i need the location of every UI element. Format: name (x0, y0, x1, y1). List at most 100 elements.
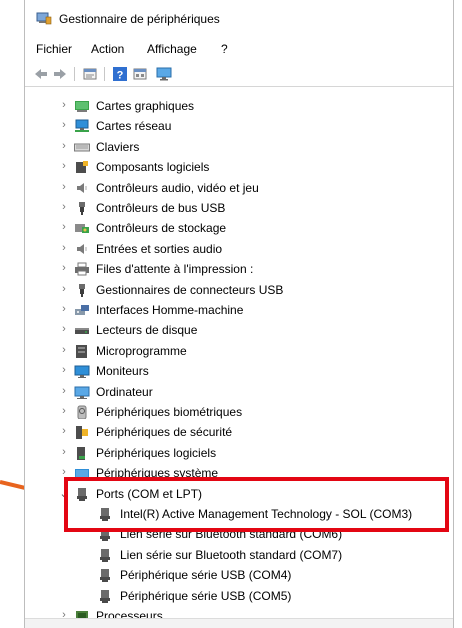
menu-bar: Fichier Action Affichage ? (25, 39, 453, 59)
chevron-right-icon[interactable]: › (59, 405, 69, 417)
properties-icon[interactable] (82, 66, 98, 82)
tree-item-claviers[interactable]: › Claviers (25, 137, 453, 157)
chevron-right-icon[interactable]: › (59, 242, 69, 254)
tree-item-microprogramme[interactable]: › Microprogramme (25, 341, 453, 361)
view-icon[interactable] (132, 66, 148, 82)
tree-item-peripheriques-de-securite[interactable]: › Périphériques de sécurité (25, 422, 453, 442)
back-arrow-icon[interactable] (33, 66, 49, 82)
svg-text:?: ? (117, 70, 124, 82)
network-adapter-icon (74, 119, 90, 133)
forward-arrow-icon[interactable] (52, 66, 68, 82)
fingerprint-icon (74, 405, 90, 420)
tree-item-label: Interfaces Homme-machine (96, 303, 244, 317)
menu-affichage[interactable]: Affichage (147, 42, 197, 56)
computer-icon (74, 385, 90, 399)
tree-item-controleurs-audio-video-et-jeu[interactable]: › Contrôleurs audio, vidéo et jeu (25, 178, 453, 198)
tree-item-composants-logiciels[interactable]: › Composants logiciels (25, 157, 453, 177)
chevron-right-icon[interactable]: › (59, 425, 69, 437)
chevron-right-icon[interactable]: › (59, 99, 69, 111)
tree-item-files-d-attente-a-l-impression[interactable]: › Files d'attente à l'impression : (25, 259, 453, 279)
chevron-right-icon[interactable]: › (59, 181, 69, 193)
tree-item-label: Gestionnaires de connecteurs USB (96, 282, 284, 297)
toolbar-separator (74, 67, 75, 81)
tree-item-ordinateur[interactable]: › Ordinateur (25, 382, 453, 402)
highlight-box (64, 477, 449, 532)
chevron-right-icon[interactable]: › (59, 119, 69, 131)
chevron-right-icon[interactable]: › (59, 303, 69, 315)
tree-item-label: Lecteurs de disque (96, 323, 198, 338)
tree-item-label: Périphériques logiciels (96, 445, 217, 460)
display-adapter-icon (74, 99, 90, 113)
hid-icon (74, 303, 90, 317)
tree-item-label: Files d'attente à l'impression : (96, 262, 254, 277)
speaker-icon (74, 242, 90, 256)
security-device-icon (74, 425, 90, 440)
disk-drive-icon (74, 323, 90, 337)
software-device-icon (74, 446, 90, 460)
tree-item-cartes-graphiques[interactable]: › Cartes graphiques (25, 96, 453, 116)
keyboard-icon (74, 140, 90, 154)
tree-item-label: Entrées et sorties audio (96, 241, 223, 256)
status-strip (25, 618, 453, 628)
monitor-scan-icon[interactable] (156, 66, 172, 82)
tree-item-label: Périphériques de sécurité (96, 425, 233, 440)
chevron-right-icon[interactable]: › (59, 160, 69, 172)
firmware-icon (74, 344, 90, 358)
tree-item-entrees-et-sorties-audio[interactable]: › Entrées et sorties audio (25, 239, 453, 259)
tree-item-port-child[interactable]: Lien série sur Bluetooth standard (COM7) (25, 545, 453, 565)
tree-item-label: Périphériques biométriques (96, 405, 243, 419)
tree-item-interfaces-homme-machine[interactable]: › Interfaces Homme-machine (25, 300, 453, 320)
chevron-right-icon[interactable]: › (59, 140, 69, 152)
menu-fichier[interactable]: Fichier (36, 42, 72, 56)
tree-item-label: Contrôleurs de bus USB (96, 201, 226, 215)
chevron-right-icon[interactable]: › (59, 201, 69, 213)
tree-item-lecteurs-de-disque[interactable]: › Lecteurs de disque (25, 320, 453, 340)
tree-item-label: Claviers (96, 139, 140, 154)
port-icon (97, 568, 113, 583)
storage-controller-icon (74, 221, 90, 235)
monitor-icon (74, 364, 90, 379)
speaker-icon (74, 181, 90, 195)
device-manager-icon (36, 12, 52, 25)
tree-item-label: Cartes réseau (96, 119, 172, 134)
chevron-right-icon[interactable]: › (59, 221, 69, 233)
usb-icon (74, 283, 90, 297)
tree-item-label: Lien série sur Bluetooth standard (COM7) (120, 547, 343, 562)
port-icon (97, 548, 113, 562)
tree-item-controleurs-de-bus-usb[interactable]: › Contrôleurs de bus USB (25, 198, 453, 218)
chevron-right-icon[interactable]: › (59, 323, 69, 335)
tree-item-label: Contrôleurs de stockage (96, 221, 227, 236)
tree-item-controleurs-de-stockage[interactable]: › Contrôleurs de stockage (25, 218, 453, 238)
tree-item-peripheriques-logiciels[interactable]: › Périphériques logiciels (25, 443, 453, 463)
tree-item-label: Ordinateur (96, 384, 153, 399)
tree-item-label: Périphérique série USB (COM4) (120, 568, 292, 583)
chevron-right-icon[interactable]: › (59, 364, 69, 376)
usb-icon (74, 201, 90, 215)
device-manager-window: Gestionnaire de périphériques Fichier Ac… (24, 0, 454, 628)
tree-item-label: Moniteurs (96, 364, 149, 379)
tree-item-cartes-reseau[interactable]: › Cartes réseau (25, 116, 453, 136)
help-icon[interactable]: ? (112, 66, 128, 82)
chevron-right-icon[interactable]: › (59, 344, 69, 356)
port-icon (97, 589, 113, 603)
toolbar: ? (25, 62, 453, 87)
tree-item-gestionnaires-de-connecteurs-usb[interactable]: › Gestionnaires de connecteurs USB (25, 280, 453, 300)
title-bar: Gestionnaire de périphériques (25, 0, 453, 34)
tree-item-moniteurs[interactable]: › Moniteurs (25, 361, 453, 381)
chevron-right-icon[interactable]: › (59, 385, 69, 397)
device-tree: › Cartes graphiques › Cartes réseau › Clavier… (25, 96, 453, 628)
chevron-right-icon[interactable]: › (59, 446, 69, 458)
menu-action[interactable]: Action (91, 42, 124, 56)
tree-item-label: Composants logiciels (96, 160, 210, 175)
tree-item-peripheriques-biometriques[interactable]: › Périphériques biométriques (25, 402, 453, 422)
printer-icon (74, 262, 90, 276)
tree-item-label: Microprogramme (96, 343, 187, 358)
window-title: Gestionnaire de périphériques (59, 12, 220, 26)
chevron-right-icon[interactable]: › (59, 262, 69, 274)
menu-help[interactable]: ? (221, 42, 228, 56)
chevron-right-icon[interactable]: › (59, 283, 69, 295)
tree-item-port-child[interactable]: Périphérique série USB (COM4) (25, 565, 453, 585)
tree-item-label: Contrôleurs audio, vidéo et jeu (96, 180, 259, 195)
toolbar-separator (104, 67, 105, 81)
tree-item-port-child[interactable]: Périphérique série USB (COM5) (25, 586, 453, 606)
